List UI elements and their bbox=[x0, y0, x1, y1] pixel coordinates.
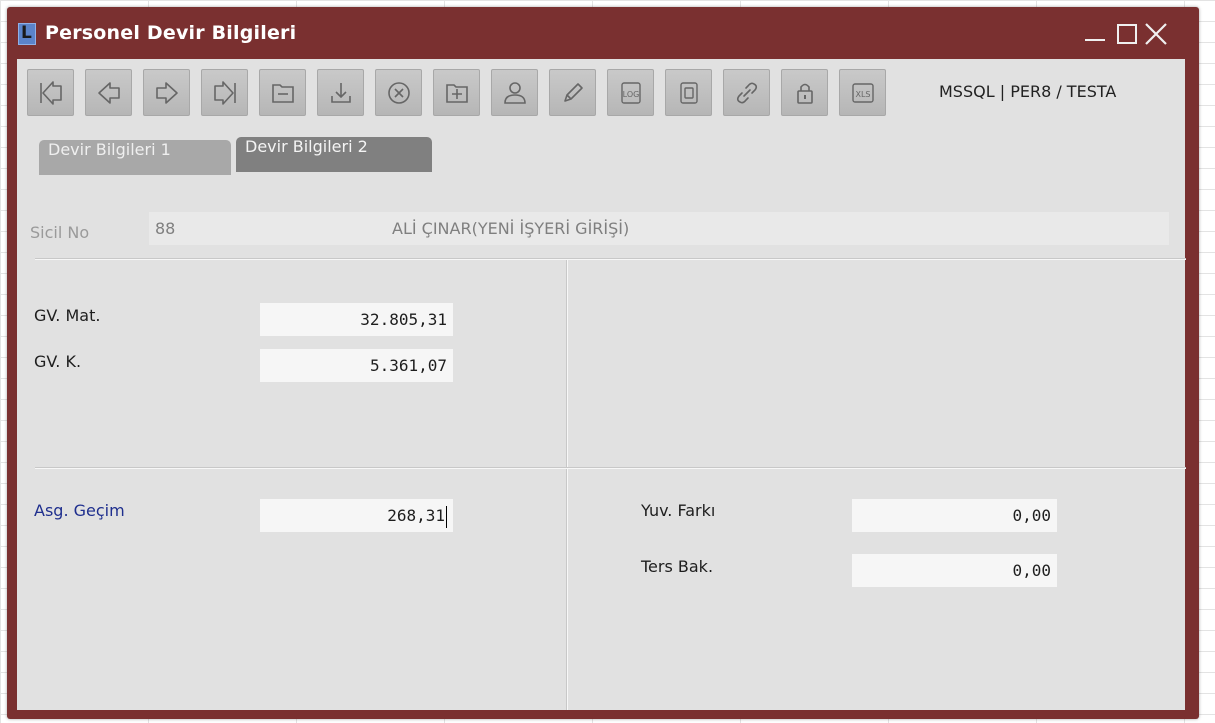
previous-record-button[interactable] bbox=[85, 69, 132, 116]
yuv-farki-label: Yuv. Farkı bbox=[641, 501, 716, 520]
log-icon: LOG bbox=[621, 82, 641, 104]
remove-folder-button[interactable] bbox=[259, 69, 306, 116]
add-folder-icon bbox=[446, 84, 468, 103]
gv-k-field[interactable]: 5.361,07 bbox=[260, 349, 453, 382]
sicil-no-field[interactable]: 88 bbox=[149, 212, 386, 245]
yuv-farki-field[interactable]: 0,00 bbox=[852, 499, 1057, 532]
user-icon bbox=[504, 82, 526, 104]
xls-icon: XLS bbox=[852, 83, 874, 103]
first-record-button[interactable] bbox=[27, 69, 74, 116]
close-button[interactable] bbox=[1143, 21, 1167, 45]
asg-gecim-value: 268,31 bbox=[387, 506, 445, 525]
link-icon bbox=[736, 82, 758, 104]
text-caret bbox=[446, 505, 447, 528]
ters-bak-field[interactable]: 0,00 bbox=[852, 554, 1057, 587]
window-title: Personel Devir Bilgileri bbox=[45, 22, 297, 44]
log-button[interactable]: LOG bbox=[607, 69, 654, 116]
sicil-no-label: Sicil No bbox=[30, 223, 90, 242]
link-button[interactable] bbox=[723, 69, 770, 116]
document-icon bbox=[680, 82, 698, 104]
document-button[interactable] bbox=[665, 69, 712, 116]
first-record-icon bbox=[40, 81, 62, 105]
user-button[interactable] bbox=[491, 69, 538, 116]
add-folder-button[interactable] bbox=[433, 69, 480, 116]
asg-gecim-field[interactable]: 268,31 bbox=[260, 499, 453, 532]
tab-devir-bilgileri-2[interactable]: Devir Bilgileri 2 bbox=[236, 137, 432, 172]
last-record-icon bbox=[214, 81, 236, 105]
minus-folder-icon bbox=[272, 84, 294, 103]
title-bar[interactable]: Personel Devir Bilgileri bbox=[7, 7, 1199, 59]
ters-bak-label: Ters Bak. bbox=[641, 557, 714, 576]
lock-button[interactable] bbox=[781, 69, 828, 116]
close-icon bbox=[1145, 23, 1167, 45]
minimize-button[interactable] bbox=[1083, 21, 1107, 45]
next-record-button[interactable] bbox=[143, 69, 190, 116]
edit-button[interactable] bbox=[549, 69, 596, 116]
gv-k-label: GV. K. bbox=[34, 352, 82, 371]
svg-text:LOG: LOG bbox=[623, 90, 640, 99]
lock-icon bbox=[797, 83, 813, 104]
download-button[interactable] bbox=[317, 69, 364, 116]
client-area: LOG XLS MSSQL | PER8 / TESTA Devir Bilgi… bbox=[17, 59, 1186, 710]
divider-middle bbox=[35, 467, 1186, 469]
personel-devir-window: Personel Devir Bilgileri bbox=[7, 7, 1199, 719]
toolbar: LOG XLS MSSQL | PER8 / TESTA bbox=[27, 69, 1185, 116]
connection-info: MSSQL | PER8 / TESTA bbox=[939, 82, 1117, 101]
gv-mat-label: GV. Mat. bbox=[34, 306, 101, 325]
last-record-button[interactable] bbox=[201, 69, 248, 116]
xls-export-button[interactable]: XLS bbox=[839, 69, 886, 116]
asg-gecim-label: Asg. Geçim bbox=[34, 501, 125, 520]
next-record-icon bbox=[156, 82, 178, 104]
pencil-icon bbox=[564, 83, 583, 102]
tab-devir-bilgileri-1[interactable]: Devir Bilgileri 1 bbox=[39, 140, 231, 175]
gv-mat-field[interactable]: 32.805,31 bbox=[260, 303, 453, 336]
person-name-field[interactable]: ALİ ÇINAR(YENİ İŞYERİ GİRİŞİ) bbox=[386, 212, 1169, 245]
divider-top bbox=[35, 258, 1186, 260]
cancel-icon bbox=[388, 82, 410, 104]
cancel-button[interactable] bbox=[375, 69, 422, 116]
divider-vertical bbox=[566, 260, 568, 710]
svg-text:XLS: XLS bbox=[855, 90, 870, 99]
download-icon bbox=[331, 83, 351, 103]
maximize-button[interactable] bbox=[1114, 21, 1138, 45]
app-logo-icon bbox=[18, 23, 36, 45]
previous-record-icon bbox=[98, 82, 120, 104]
